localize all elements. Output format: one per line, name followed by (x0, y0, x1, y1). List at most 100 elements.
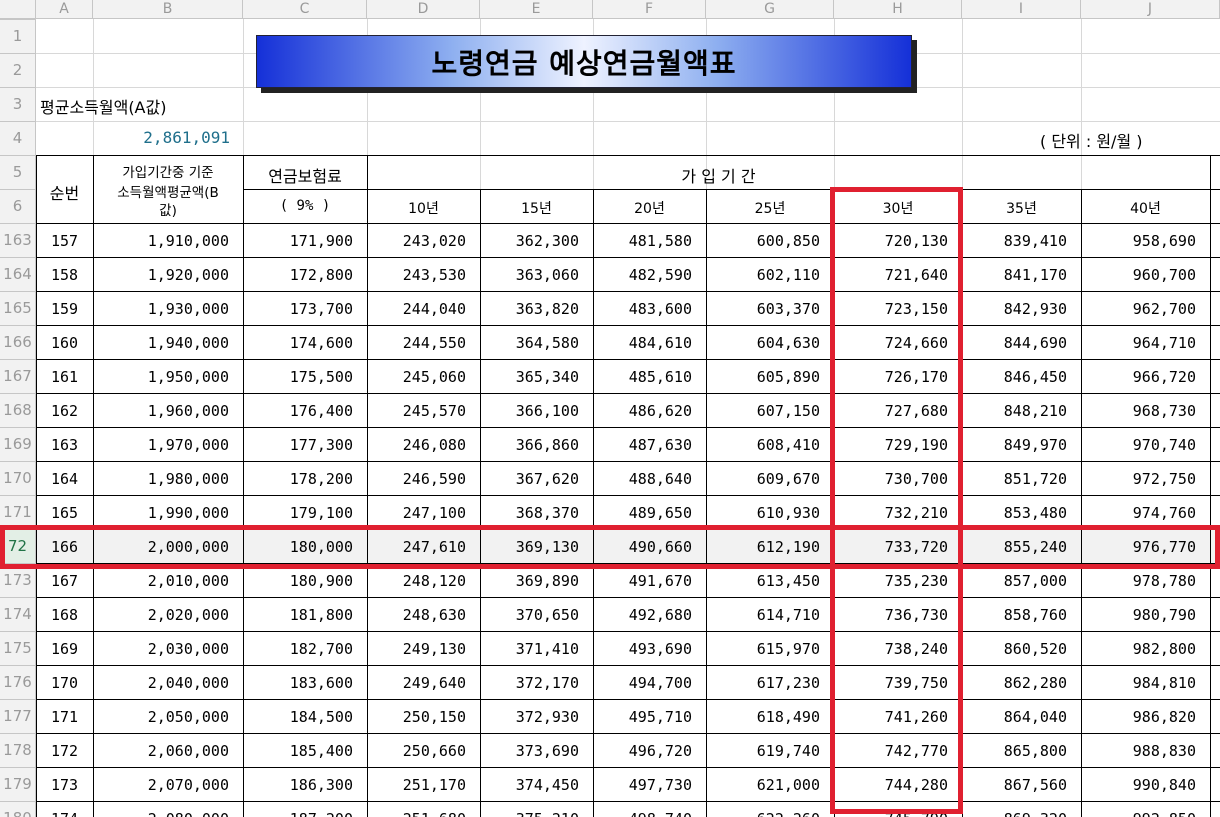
value-cell[interactable]: 865,800 (962, 742, 1067, 760)
value-cell[interactable]: 373,690 (480, 742, 579, 760)
select-all-corner[interactable] (0, 0, 36, 19)
value-cell[interactable]: 249,130 (367, 640, 466, 658)
value-cell[interactable]: 617,230 (706, 674, 820, 692)
seq-cell[interactable]: 161 (36, 368, 93, 386)
value-cell[interactable]: 614,710 (706, 606, 820, 624)
value-cell[interactable]: 487,630 (593, 436, 692, 454)
value-cell[interactable]: 187,200 (243, 810, 353, 817)
value-cell[interactable]: 498,740 (593, 810, 692, 817)
value-cell[interactable]: 183,600 (243, 674, 353, 692)
row-header[interactable]: 177 (0, 699, 36, 733)
seq-cell[interactable]: 172 (36, 742, 93, 760)
seq-cell[interactable]: 164 (36, 470, 93, 488)
value-cell[interactable]: 741,260 (834, 708, 948, 726)
value-cell[interactable]: 497,730 (593, 776, 692, 794)
value-cell[interactable]: 968,730 (1081, 402, 1196, 420)
seq-cell[interactable]: 168 (36, 606, 93, 624)
row-header[interactable]: 6 (0, 189, 36, 223)
avg-income-value[interactable]: 2,861,091 (94, 128, 230, 147)
value-cell[interactable]: 181,800 (243, 606, 353, 624)
seq-cell[interactable]: 163 (36, 436, 93, 454)
value-cell[interactable]: 600,850 (706, 232, 820, 250)
value-cell[interactable]: 851,720 (962, 470, 1067, 488)
value-cell[interactable]: 974,760 (1081, 504, 1196, 522)
value-cell[interactable]: 184,500 (243, 708, 353, 726)
value-cell[interactable]: 727,680 (834, 402, 948, 420)
row-header[interactable]: 180 (0, 801, 36, 817)
value-cell[interactable]: 621,000 (706, 776, 820, 794)
value-cell[interactable]: 858,760 (962, 606, 1067, 624)
value-cell[interactable]: 175,500 (243, 368, 353, 386)
value-cell[interactable]: 860,520 (962, 640, 1067, 658)
value-cell[interactable]: 744,280 (834, 776, 948, 794)
spreadsheet[interactable]: ABCDEFGHIJ 1 2 3 4 5 6 163 164 165 166 167 168 169 17… (0, 0, 1220, 817)
value-cell[interactable]: 244,040 (367, 300, 466, 318)
value-cell[interactable]: 976,770 (1081, 538, 1196, 556)
value-cell[interactable]: 489,650 (593, 504, 692, 522)
value-cell[interactable]: 172,800 (243, 266, 353, 284)
value-cell[interactable]: 365,340 (480, 368, 579, 386)
value-cell[interactable]: 2,070,000 (93, 776, 229, 794)
value-cell[interactable]: 723,150 (834, 300, 948, 318)
seq-cell[interactable]: 158 (36, 266, 93, 284)
value-cell[interactable]: 486,620 (593, 402, 692, 420)
seq-cell[interactable]: 162 (36, 402, 93, 420)
value-cell[interactable]: 738,240 (834, 640, 948, 658)
value-cell[interactable]: 186,300 (243, 776, 353, 794)
value-cell[interactable]: 370,650 (480, 606, 579, 624)
value-cell[interactable]: 869,320 (962, 810, 1067, 817)
value-cell[interactable]: 864,040 (962, 708, 1067, 726)
value-cell[interactable]: 173,700 (243, 300, 353, 318)
value-cell[interactable]: 2,020,000 (93, 606, 229, 624)
value-cell[interactable]: 490,660 (593, 538, 692, 556)
value-cell[interactable]: 732,210 (834, 504, 948, 522)
value-cell[interactable]: 1,970,000 (93, 436, 229, 454)
value-cell[interactable]: 249,640 (367, 674, 466, 692)
value-cell[interactable]: 619,740 (706, 742, 820, 760)
row-header[interactable]: 72 (0, 529, 36, 563)
value-cell[interactable]: 964,710 (1081, 334, 1196, 352)
row-header[interactable]: 173 (0, 563, 36, 597)
value-cell[interactable]: 182,700 (243, 640, 353, 658)
row-header[interactable]: 179 (0, 767, 36, 801)
value-cell[interactable]: 243,530 (367, 266, 466, 284)
value-cell[interactable]: 180,900 (243, 572, 353, 590)
value-cell[interactable]: 742,770 (834, 742, 948, 760)
value-cell[interactable]: 363,060 (480, 266, 579, 284)
value-cell[interactable]: 603,370 (706, 300, 820, 318)
seq-cell[interactable]: 157 (36, 232, 93, 250)
value-cell[interactable]: 174,600 (243, 334, 353, 352)
value-cell[interactable]: 372,170 (480, 674, 579, 692)
value-cell[interactable]: 372,930 (480, 708, 579, 726)
value-cell[interactable]: 488,640 (593, 470, 692, 488)
value-cell[interactable]: 2,050,000 (93, 708, 229, 726)
value-cell[interactable]: 495,710 (593, 708, 692, 726)
value-cell[interactable]: 176,400 (243, 402, 353, 420)
value-cell[interactable]: 960,700 (1081, 266, 1196, 284)
value-cell[interactable]: 720,130 (834, 232, 948, 250)
value-cell[interactable]: 247,100 (367, 504, 466, 522)
value-cell[interactable]: 2,000,000 (93, 538, 229, 556)
value-cell[interactable]: 1,920,000 (93, 266, 229, 284)
row-header[interactable]: 163 (0, 223, 36, 257)
value-cell[interactable]: 2,030,000 (93, 640, 229, 658)
value-cell[interactable]: 375,210 (480, 810, 579, 817)
value-cell[interactable]: 366,860 (480, 436, 579, 454)
value-cell[interactable]: 867,560 (962, 776, 1067, 794)
row-header[interactable]: 176 (0, 665, 36, 699)
seq-cell[interactable]: 159 (36, 300, 93, 318)
value-cell[interactable]: 736,730 (834, 606, 948, 624)
value-cell[interactable]: 1,950,000 (93, 368, 229, 386)
value-cell[interactable]: 857,000 (962, 572, 1067, 590)
value-cell[interactable]: 1,910,000 (93, 232, 229, 250)
row-header[interactable]: 175 (0, 631, 36, 665)
value-cell[interactable]: 730,700 (834, 470, 948, 488)
column-header-b[interactable]: B (93, 0, 243, 19)
value-cell[interactable]: 482,590 (593, 266, 692, 284)
value-cell[interactable]: 481,580 (593, 232, 692, 250)
value-cell[interactable]: 608,410 (706, 436, 820, 454)
value-cell[interactable]: 244,550 (367, 334, 466, 352)
value-cell[interactable]: 1,930,000 (93, 300, 229, 318)
value-cell[interactable]: 368,370 (480, 504, 579, 522)
value-cell[interactable]: 855,240 (962, 538, 1067, 556)
